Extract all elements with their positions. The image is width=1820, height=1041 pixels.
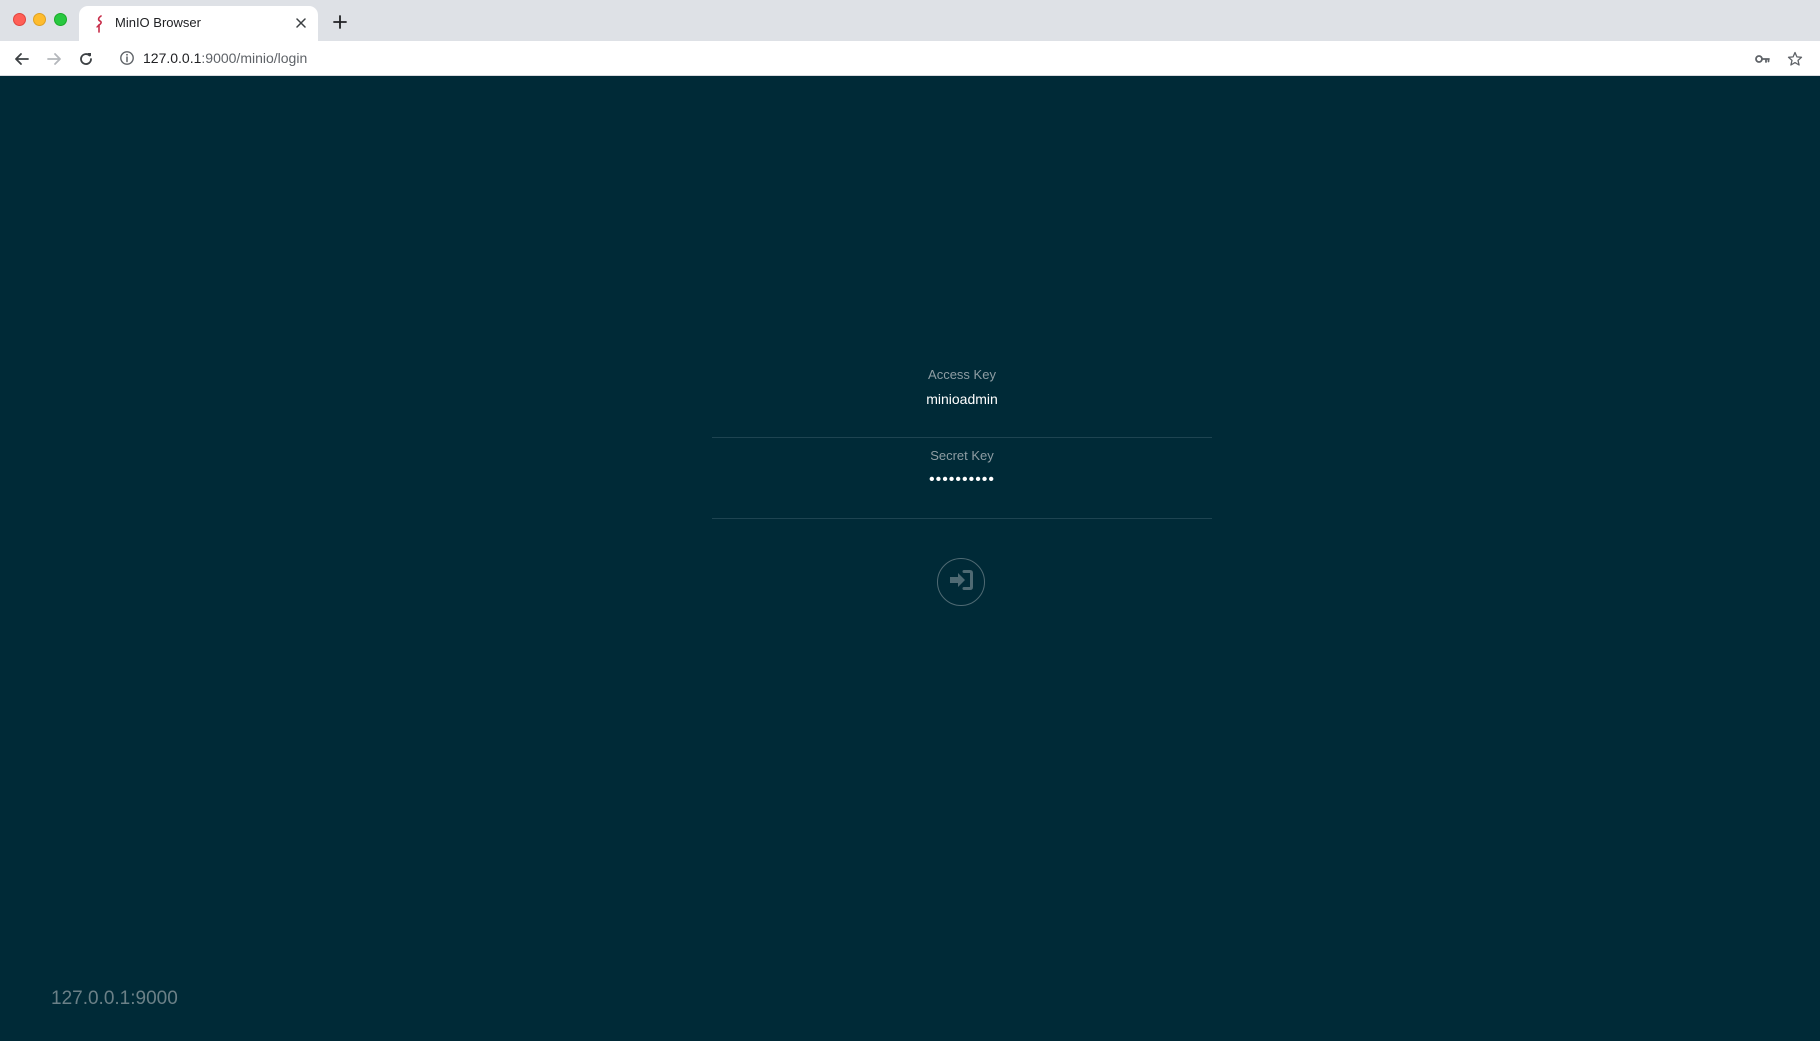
forward-arrow-icon[interactable] [42, 47, 66, 71]
tab-close-icon[interactable] [292, 14, 310, 32]
back-arrow-icon[interactable] [10, 47, 34, 71]
site-info-icon[interactable] [119, 50, 135, 66]
login-button[interactable] [937, 558, 985, 606]
secret-key-input[interactable]: •••••••••• [712, 471, 1212, 493]
minimize-window-button[interactable] [33, 13, 46, 26]
password-key-icon[interactable] [1752, 49, 1772, 69]
bookmark-star-icon[interactable] [1785, 49, 1805, 69]
url-text: 127.0.0.1:9000/minio/login [143, 50, 307, 66]
sign-in-icon [949, 569, 973, 595]
login-page: Access Key minioadmin Secret Key •••••••… [0, 77, 1820, 1041]
address-bar[interactable]: 127.0.0.1:9000/minio/login [110, 44, 1780, 72]
secret-key-label: Secret Key [930, 448, 994, 463]
url-path: :9000/minio/login [201, 50, 308, 66]
server-host-text: 127.0.0.1:9000 [51, 988, 178, 1009]
login-form: Access Key minioadmin Secret Key •••••••… [712, 357, 1212, 606]
minio-favicon-icon [92, 15, 108, 33]
access-key-input[interactable]: minioadmin [712, 391, 1212, 413]
new-tab-plus-icon[interactable] [330, 12, 350, 32]
browser-toolbar: 127.0.0.1:9000/minio/login [0, 41, 1820, 76]
url-host: 127.0.0.1 [143, 50, 202, 66]
secret-key-field: Secret Key •••••••••• [712, 438, 1212, 519]
access-key-field: Access Key minioadmin [712, 357, 1212, 438]
browser-tab[interactable]: MinIO Browser [79, 6, 318, 41]
access-key-label: Access Key [928, 367, 996, 382]
browser-tabstrip: MinIO Browser [0, 0, 1820, 41]
close-window-button[interactable] [13, 13, 26, 26]
maximize-window-button[interactable] [54, 13, 67, 26]
tab-title: MinIO Browser [115, 15, 201, 30]
reload-icon[interactable] [74, 47, 98, 71]
